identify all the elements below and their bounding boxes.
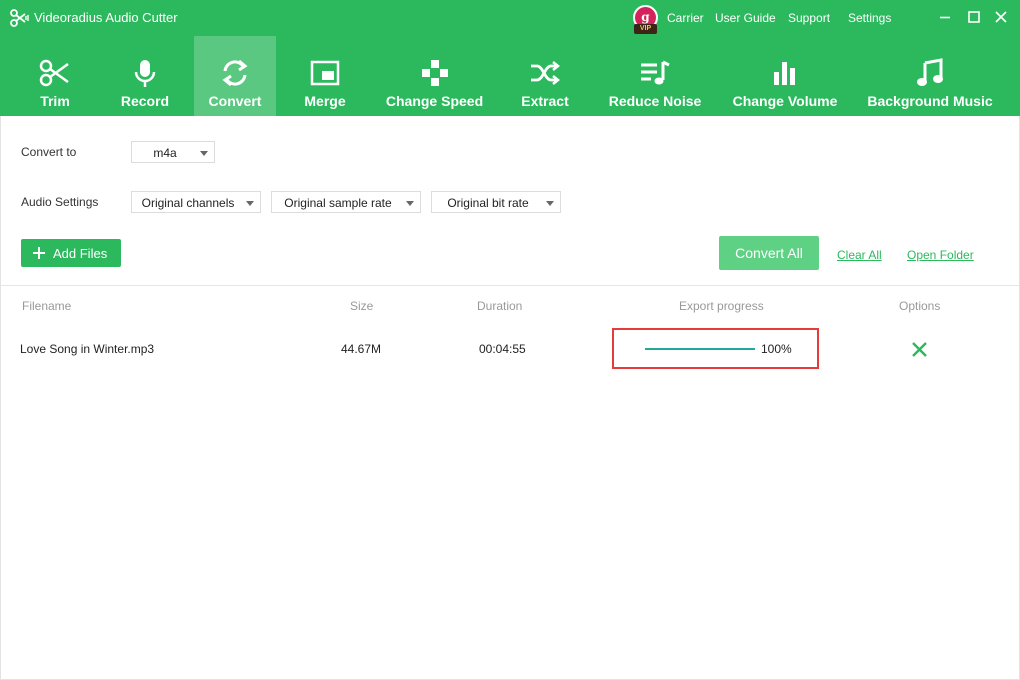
tool-merge[interactable]: Merge — [285, 36, 365, 116]
tool-label: Change Speed — [385, 93, 484, 109]
header-export-progress: Export progress — [679, 299, 764, 313]
row-duration: 00:04:55 — [479, 342, 526, 356]
table-divider — [1, 285, 1019, 286]
maximize-icon[interactable] — [965, 8, 983, 26]
support-link[interactable]: Support — [788, 11, 830, 25]
chevron-down-icon — [200, 151, 208, 156]
plus-icon — [33, 247, 45, 259]
tool-label: Reduce Noise — [608, 93, 702, 109]
tool-trim[interactable]: Trim — [15, 36, 95, 116]
convert-all-button[interactable]: Convert All — [719, 236, 819, 270]
progress-track — [645, 348, 755, 350]
tool-label: Record — [120, 93, 170, 109]
format-select[interactable]: m4a — [131, 141, 215, 163]
tool-label: Trim — [40, 93, 70, 109]
frame-left — [0, 116, 1, 680]
sample-rate-value: Original sample rate — [284, 196, 392, 210]
bit-rate-select[interactable]: Original bit rate — [431, 191, 561, 213]
channels-value: Original channels — [141, 196, 235, 210]
channels-select[interactable]: Original channels — [131, 191, 261, 213]
merge-icon — [310, 60, 340, 86]
progress-text: 100% — [761, 342, 792, 356]
export-progress-highlight: 100% — [612, 328, 819, 369]
app-title: Videoradius Audio Cutter — [34, 10, 178, 25]
open-folder-link[interactable]: Open Folder — [907, 248, 974, 262]
chevron-down-icon — [546, 201, 554, 206]
bar-chart-icon — [774, 62, 795, 85]
chevron-down-icon — [246, 201, 254, 206]
add-files-label: Add Files — [53, 246, 108, 261]
tool-change-speed[interactable]: Change Speed — [382, 36, 487, 116]
tool-label: Convert — [208, 93, 262, 109]
shuffle-icon — [531, 61, 561, 85]
add-files-button[interactable]: Add Files — [21, 239, 121, 267]
scissors-icon — [39, 59, 69, 87]
header-duration: Duration — [477, 299, 523, 313]
gamepad-icon — [421, 60, 448, 86]
header-filename: Filename — [22, 299, 72, 313]
tool-label: Extract — [521, 93, 569, 109]
tool-change-volume[interactable]: Change Volume — [725, 36, 845, 116]
close-icon[interactable] — [992, 8, 1010, 26]
row-filename: Love Song in Winter.mp3 — [20, 342, 155, 356]
music-note-icon — [917, 58, 943, 86]
scissors-logo-icon — [10, 9, 29, 27]
delete-x-icon[interactable] — [911, 341, 928, 358]
chevron-down-icon — [406, 201, 414, 206]
user-guide-link[interactable]: User Guide — [715, 11, 776, 25]
vip-avatar[interactable]: g VIP — [633, 5, 658, 34]
convert-arrows-icon — [222, 59, 248, 87]
convert-to-label: Convert to — [21, 145, 77, 159]
tool-label: Change Volume — [732, 93, 838, 109]
header-size: Size — [350, 299, 374, 313]
tool-convert[interactable]: Convert — [194, 36, 276, 116]
music-list-icon — [641, 60, 670, 85]
tool-label: Merge — [304, 93, 346, 109]
header-options: Options — [899, 299, 941, 313]
tool-label: Background Music — [867, 93, 993, 109]
title-bar: Videoradius Audio Cutter g VIP Carrier U… — [0, 0, 1020, 36]
row-size: 44.67M — [341, 342, 382, 356]
audio-settings-label: Audio Settings — [21, 195, 99, 209]
vip-tag: VIP — [634, 24, 657, 34]
microphone-icon — [134, 60, 156, 87]
tool-extract[interactable]: Extract — [505, 36, 585, 116]
tool-background-music[interactable]: Background Music — [862, 36, 998, 116]
carrier-link[interactable]: Carrier — [667, 11, 704, 25]
top-bar: Videoradius Audio Cutter g VIP Carrier U… — [0, 0, 1020, 116]
tool-reduce-noise[interactable]: Reduce Noise — [602, 36, 708, 116]
sample-rate-select[interactable]: Original sample rate — [271, 191, 421, 213]
settings-link[interactable]: Settings — [848, 11, 891, 25]
progress-fill — [645, 348, 755, 350]
bit-rate-value: Original bit rate — [447, 196, 529, 210]
clear-all-link[interactable]: Clear All — [837, 248, 882, 262]
tool-record[interactable]: Record — [105, 36, 185, 116]
format-value: m4a — [153, 146, 177, 160]
minimize-icon[interactable] — [936, 8, 954, 26]
